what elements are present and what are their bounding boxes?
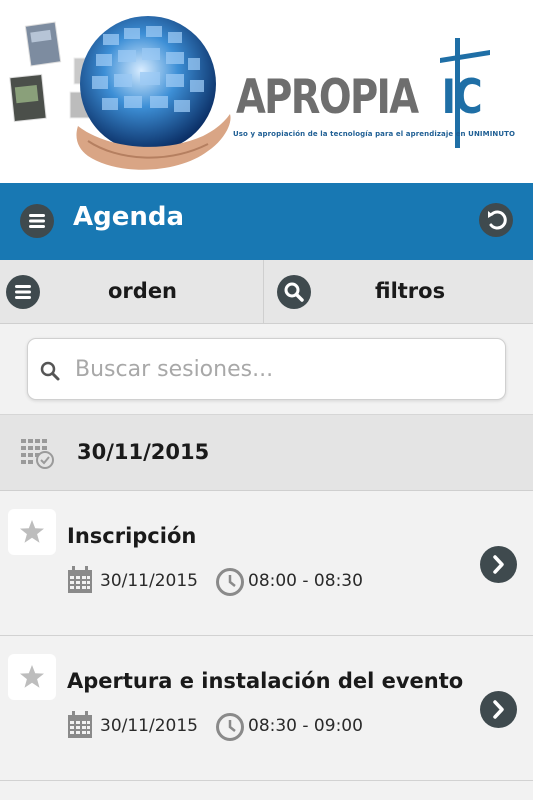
open-session-button[interactable] [480,546,517,583]
brand-accent: IC [441,70,483,125]
session-date: 30/11/2015 [100,716,198,736]
star-icon [20,520,44,543]
orden-label: orden [108,279,178,303]
brand-main: APROPIA [236,70,419,125]
session-date: 30/11/2015 [100,571,198,591]
toolbar: orden filtros [0,260,533,324]
search-filter-icon [277,275,311,309]
orden-button[interactable]: orden [0,260,264,323]
sort-menu-icon [6,275,40,309]
search-box[interactable] [27,338,506,400]
filtros-button[interactable]: filtros [265,260,533,323]
session-title: Inscripción [67,524,197,548]
app-header: Agenda [0,183,533,260]
menu-icon [29,214,45,228]
clock-icon [216,568,244,596]
session-item[interactable]: Inscripción 30/11/2015 08:00 - 08:30 [0,491,533,636]
filtros-label: filtros [375,279,446,303]
star-icon [20,665,44,688]
chevron-right-icon [493,700,504,719]
banner: APROPIA IC Uso y apropiación de la tecno… [0,0,533,183]
page-title: Agenda [73,202,185,232]
date-group-label: 30/11/2015 [77,440,210,464]
favorite-button[interactable] [8,509,56,555]
session-time: 08:00 - 08:30 [248,571,363,591]
clock-icon [216,713,244,741]
brand-wordmark: APROPIA IC [236,70,483,125]
menu-button[interactable] [20,204,54,238]
date-group-header: 30/11/2015 [0,415,533,491]
back-button[interactable] [479,203,513,237]
session-title: Apertura e instalación del evento [67,669,464,693]
search-icon [40,361,60,381]
calendar-icon [68,711,92,738]
session-item[interactable] [0,781,533,800]
search-input[interactable] [75,353,495,385]
globe-hands-logo [9,16,231,170]
calendar-icon [68,566,92,593]
calendar-check-icon [21,439,54,469]
favorite-button[interactable] [8,654,56,700]
brand-tagline: Uso y apropiación de la tecnología para … [233,130,516,138]
session-time: 08:30 - 09:00 [248,716,363,736]
session-item[interactable]: Apertura e instalación del evento 30/11/… [0,636,533,781]
chevron-right-icon [493,555,504,574]
search-area [0,324,533,415]
open-session-button[interactable] [480,691,517,728]
undo-icon [488,210,507,230]
